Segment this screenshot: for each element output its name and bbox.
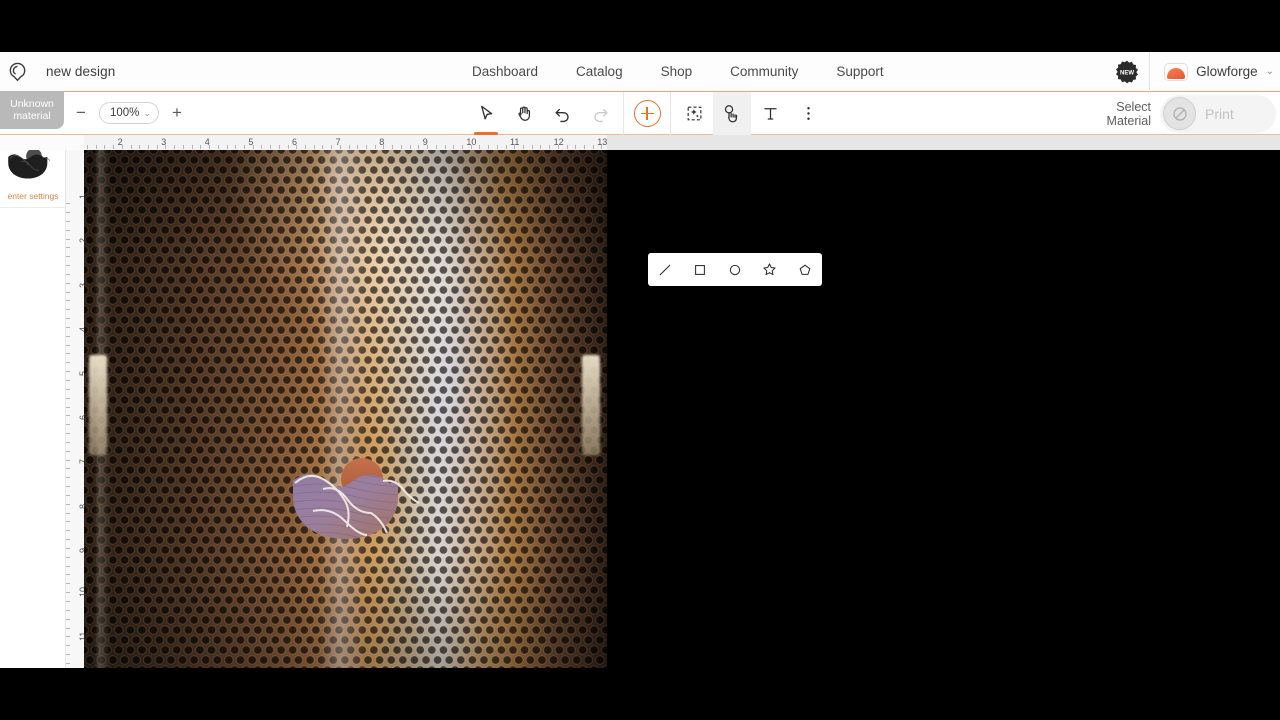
ruler-h-label: 2 — [118, 137, 123, 147]
nav-right-group: NEW Glowforge ⌄ — [1115, 52, 1280, 91]
print-group: Select Material Print — [1107, 92, 1280, 135]
zoom-in-button[interactable]: + — [168, 104, 186, 122]
new-badge-icon[interactable]: NEW — [1115, 60, 1139, 84]
ruler-h-label: 8 — [379, 137, 384, 147]
toolbar-divider — [670, 92, 671, 135]
select-material-label: Select Material — [1107, 100, 1151, 128]
ruler-v-label: 9 — [78, 548, 84, 553]
ruler-v-label: 4 — [78, 327, 84, 332]
wave-bowl-artwork[interactable] — [287, 455, 432, 545]
enter-settings-link[interactable]: enter settings — [7, 191, 58, 201]
ruler-h-label: 6 — [292, 137, 297, 147]
bed-photo — [84, 150, 607, 668]
chevron-down-icon: ⌄ — [1266, 66, 1274, 77]
ruler-v-label: 10 — [78, 587, 84, 597]
ruler-v-label: 7 — [78, 459, 84, 464]
zoom-level-select[interactable]: 100% ⌄ — [99, 102, 159, 124]
ruler-v-label: 6 — [78, 415, 84, 420]
nav-links: Dashboard Catalog Shop Community Support — [472, 52, 884, 91]
ruler-corner — [0, 135, 84, 150]
no-entry-icon — [1163, 97, 1196, 130]
shape-star-icon[interactable] — [756, 256, 784, 284]
zoom-level-value: 100% — [110, 107, 139, 119]
shape-line-icon[interactable] — [651, 256, 679, 284]
glowforge-logo-icon[interactable] — [4, 59, 30, 85]
editor-toolbar: Unknown material − 100% ⌄ + — [0, 92, 1280, 135]
shapes-tool[interactable] — [713, 92, 751, 135]
tool-group — [467, 92, 827, 135]
avatar — [1164, 63, 1188, 81]
shape-circle-icon[interactable] — [721, 256, 749, 284]
ruler-h-label: 5 — [248, 137, 253, 147]
nav-link-shop[interactable]: Shop — [661, 64, 693, 79]
top-navigation-bar: new design Dashboard Catalog Shop Commun… — [0, 52, 1280, 92]
shape-square-icon[interactable] — [686, 256, 714, 284]
select-material-line2: Material — [1107, 114, 1151, 128]
ruler-v-label: 8 — [78, 504, 84, 509]
account-name: Glowforge — [1196, 64, 1258, 79]
toolbar-divider — [623, 92, 624, 135]
ruler-v-label: 2 — [78, 238, 84, 243]
ruler-vertical[interactable]: 123456789101112 — [66, 135, 84, 668]
pan-tool[interactable] — [505, 92, 543, 135]
select-tool[interactable] — [467, 92, 505, 135]
redo-button[interactable] — [581, 92, 619, 135]
undo-button[interactable] — [543, 92, 581, 135]
add-artwork-button[interactable] — [628, 92, 666, 135]
ruler-h-label: 11 — [510, 137, 519, 147]
print-button[interactable]: Print — [1160, 95, 1276, 133]
ruler-horizontal-right — [607, 135, 1280, 150]
material-chip-line2: material — [13, 110, 50, 122]
plus-circle-icon — [634, 100, 661, 127]
design-sidebar: enter settings — [0, 135, 66, 668]
text-tool[interactable] — [751, 92, 789, 135]
shape-pentagon-icon[interactable] — [791, 256, 819, 284]
nav-link-support[interactable]: Support — [836, 64, 883, 79]
account-menu[interactable]: Glowforge ⌄ — [1150, 63, 1280, 81]
more-options-button[interactable] — [789, 92, 827, 135]
magic-canvas-tool[interactable] — [675, 92, 713, 135]
workspace: 1234567891011121314151617181920212223242… — [0, 135, 1280, 668]
nav-link-community[interactable]: Community — [730, 64, 798, 79]
ruler-h-label: 3 — [161, 137, 166, 147]
zoom-out-button[interactable]: − — [72, 104, 90, 122]
ruler-v-label: 1 — [78, 194, 84, 199]
ruler-v-label: 3 — [78, 283, 84, 288]
chevron-down-icon: ⌄ — [143, 108, 151, 119]
ruler-h-label: 4 — [205, 137, 210, 147]
ruler-h-label: 9 — [423, 137, 428, 147]
glowforge-app-window: new design Dashboard Catalog Shop Commun… — [0, 52, 1280, 668]
bed-camera-view[interactable] — [84, 150, 607, 668]
material-chip-line1: Unknown — [10, 98, 54, 110]
ruler-h-label: 7 — [336, 137, 341, 147]
ruler-v-label: 5 — [78, 371, 84, 376]
ruler-h-label: 10 — [466, 137, 476, 147]
svg-text:NEW: NEW — [1120, 70, 1134, 76]
print-label: Print — [1205, 106, 1234, 122]
ruler-v-label: 11 — [78, 632, 84, 641]
ruler-h-label: 13 — [597, 137, 607, 147]
document-title[interactable]: new design — [46, 64, 115, 79]
select-material-line1: Select — [1107, 100, 1151, 114]
shapes-popup-menu — [648, 253, 822, 286]
canvas-empty-area[interactable] — [607, 150, 1280, 668]
nav-link-dashboard[interactable]: Dashboard — [472, 64, 538, 79]
ruler-h-label: 12 — [554, 137, 564, 147]
zoom-controls: − 100% ⌄ + — [72, 102, 186, 124]
material-status-chip[interactable]: Unknown material — [0, 91, 64, 129]
nav-link-catalog[interactable]: Catalog — [576, 64, 623, 79]
